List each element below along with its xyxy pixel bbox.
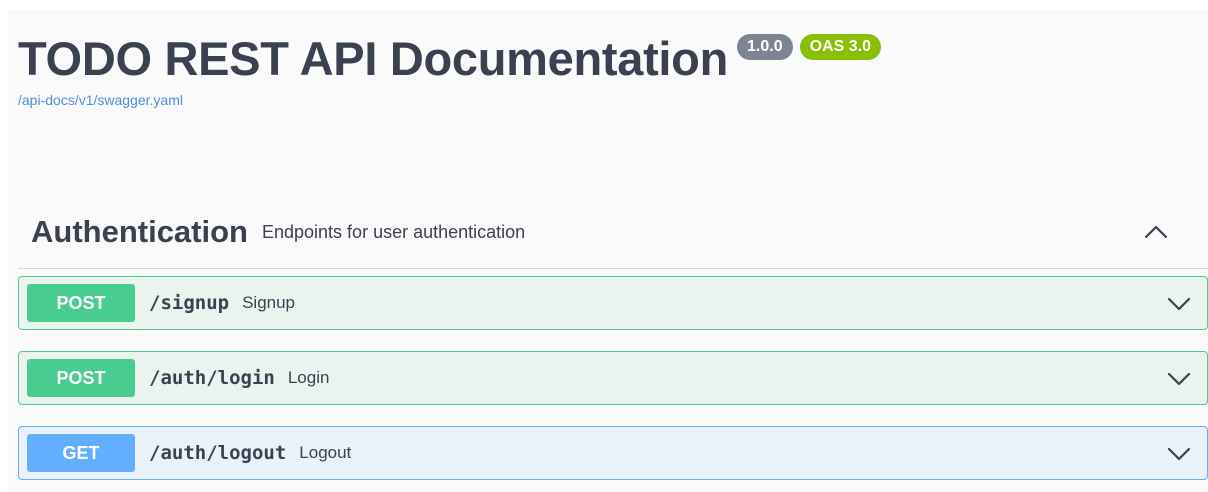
tag-header-authentication[interactable]: Authentication Endpoints for user authen… (18, 195, 1208, 269)
api-title: TODO REST API Documentation (18, 32, 729, 85)
chevron-down-icon[interactable] (1165, 290, 1193, 318)
operation-get-auth-logout[interactable]: GET /auth/logout Logout (18, 426, 1208, 480)
chevron-up-icon[interactable] (1142, 218, 1170, 246)
method-badge-post: POST (27, 284, 135, 322)
operation-summary: Login (287, 368, 330, 387)
chevron-down-icon[interactable] (1165, 365, 1193, 393)
method-badge-post: POST (27, 359, 135, 397)
tag-name: Authentication (31, 213, 248, 249)
tag-description: Endpoints for user authentication (262, 222, 526, 242)
operation-post-signup[interactable]: POST /signup Signup (18, 276, 1208, 330)
version-badge: 1.0.0 (737, 34, 793, 60)
operation-path: /auth/logout (149, 442, 287, 464)
operation-summary: Signup (242, 293, 296, 312)
spec-url-link[interactable]: /api-docs/v1/swagger.yaml (18, 92, 881, 108)
method-badge-get: GET (27, 434, 135, 472)
info-header: TODO REST API Documentation 1.0.0 OAS 3.… (18, 30, 881, 120)
title-row: TODO REST API Documentation 1.0.0 OAS 3.… (18, 30, 881, 88)
oas-version-badge: OAS 3.0 (799, 34, 881, 60)
operation-path: /auth/login (149, 367, 275, 389)
swagger-ui-page: TODO REST API Documentation 1.0.0 OAS 3.… (8, 10, 1208, 492)
operation-post-auth-login[interactable]: POST /auth/login Login (18, 351, 1208, 405)
operation-path: /signup (149, 292, 230, 314)
chevron-down-icon[interactable] (1165, 440, 1193, 468)
operation-summary: Logout (299, 443, 352, 462)
